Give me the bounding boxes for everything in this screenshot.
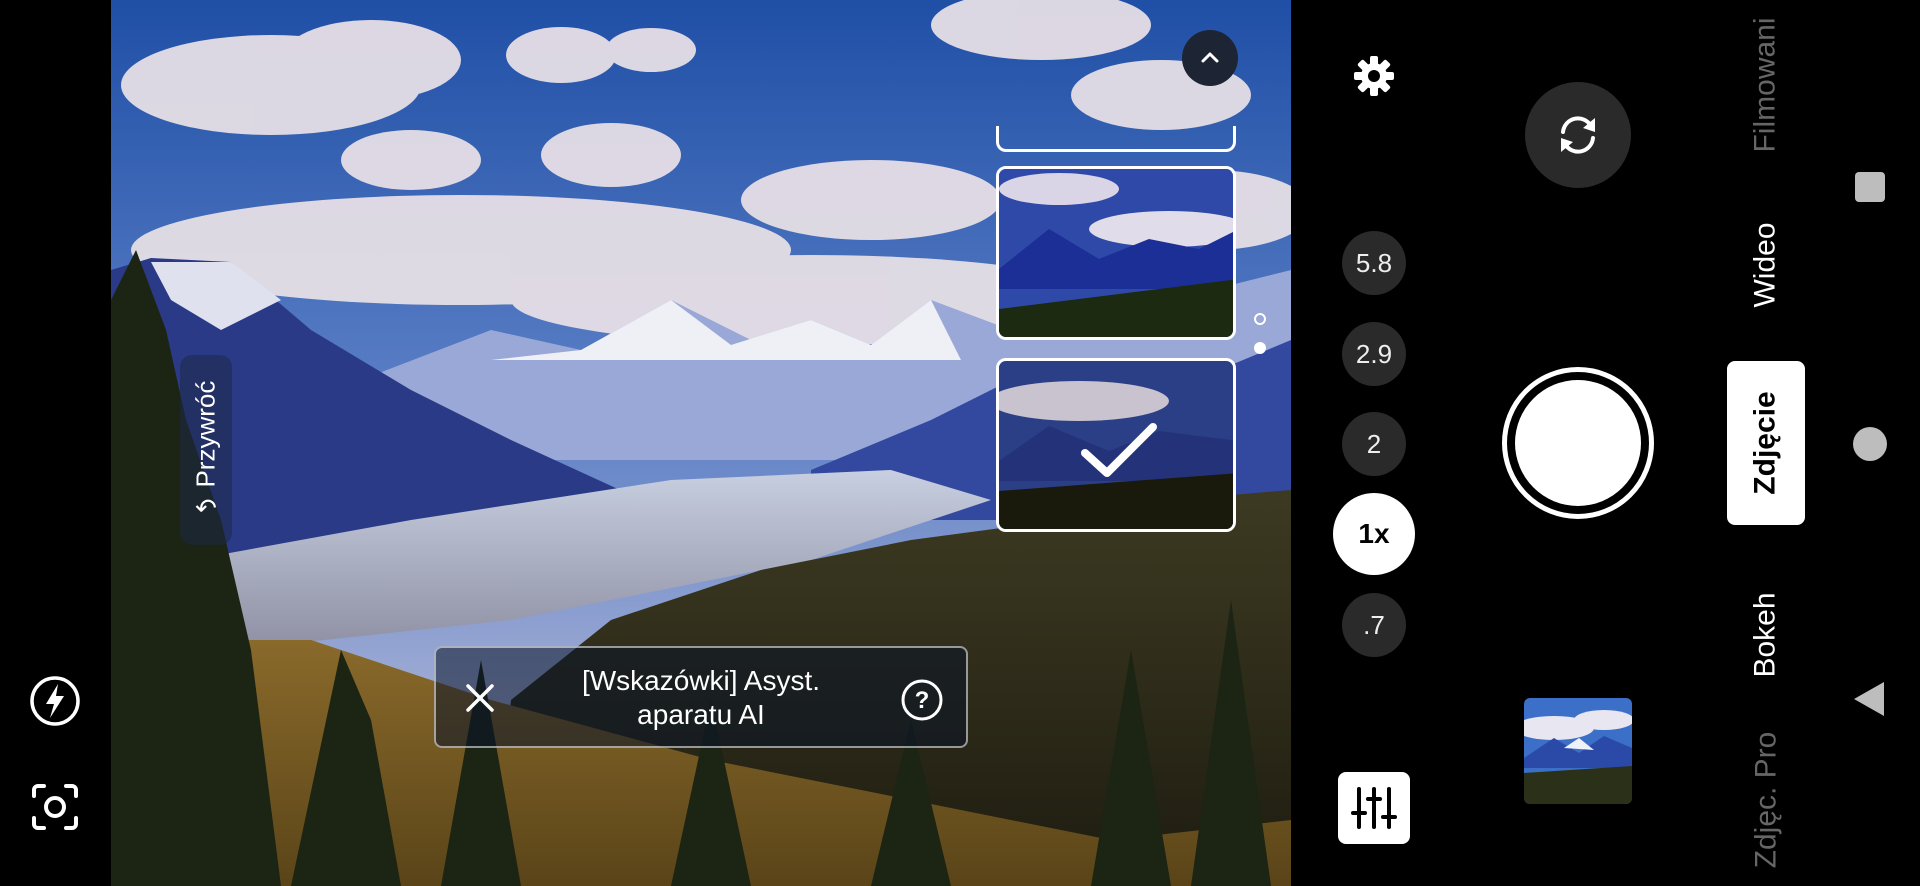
suggestion-preview (999, 169, 1233, 337)
recents-square-icon[interactable] (1855, 172, 1885, 202)
zoom-option[interactable]: .7 (1342, 593, 1406, 657)
ai-scene-button[interactable] (28, 780, 82, 834)
shutter-inner (1515, 380, 1641, 506)
close-hint-button[interactable] (464, 682, 496, 719)
mode-filmowanie[interactable]: Filmowani (1727, 10, 1805, 160)
suggestion-thumbnail-selected[interactable] (996, 358, 1236, 532)
checkmark-icon (1081, 423, 1157, 477)
mode-label: Filmowani (1749, 17, 1782, 153)
zoom-label: 5.8 (1355, 247, 1393, 278)
page-dot (1254, 313, 1266, 325)
hint-line-2: aparatu AI (637, 699, 765, 730)
mode-label: Wideo (1749, 222, 1783, 308)
svg-text:?: ? (915, 687, 930, 714)
mode-wideo[interactable]: Wideo (1727, 200, 1805, 330)
ai-assistant-hint: [Wskazówki] Asyst. aparatu AI ? (434, 646, 968, 748)
mode-label: Bokeh (1749, 592, 1783, 678)
sliders-icon (1351, 787, 1397, 829)
page-dot-active (1254, 342, 1266, 354)
switch-camera-button[interactable] (1525, 82, 1631, 188)
flash-button[interactable] (28, 674, 82, 728)
close-icon (466, 684, 494, 712)
zoom-label: 2 (1366, 428, 1382, 459)
undo-icon: ↶ (195, 492, 217, 523)
settings-button[interactable] (1352, 54, 1396, 103)
help-circle-icon: ? (901, 679, 943, 721)
zoom-label: 2.9 (1355, 338, 1393, 369)
mode-pro[interactable]: Zdjęc. Pro (1727, 720, 1805, 880)
suggestion-thumbnail[interactable] (996, 166, 1236, 340)
gear-icon (1354, 56, 1394, 96)
shutter-button[interactable] (1502, 367, 1654, 519)
zoom-option[interactable]: 2.9 (1342, 322, 1406, 386)
mode-label: Zdjęc. Pro (1749, 731, 1782, 869)
mode-label: Zdjęcie (1749, 391, 1782, 495)
ai-scene-icon (32, 784, 78, 830)
collapse-suggestions-button[interactable] (1182, 30, 1238, 86)
hint-line-1: [Wskazówki] Asyst. (581, 665, 821, 696)
back-triangle-icon[interactable] (1852, 680, 1886, 723)
flash-auto-icon (30, 676, 80, 726)
zoom-label: .7 (1363, 609, 1385, 640)
undo-button[interactable]: ↶ Przywróć (180, 355, 232, 545)
zoom-option[interactable]: 5.8 (1342, 231, 1406, 295)
hint-text: [Wskazówki] Asyst. aparatu AI (516, 664, 886, 732)
help-button[interactable]: ? (900, 678, 944, 727)
undo-label: Przywróć (190, 380, 221, 488)
last-photo-preview (1524, 698, 1632, 804)
suggestion-thumbnail-partial[interactable] (996, 126, 1236, 152)
home-circle-icon[interactable] (1853, 427, 1887, 461)
filters-button[interactable] (1338, 772, 1410, 844)
zoom-label: 1x (1358, 518, 1390, 549)
mode-bokeh[interactable]: Bokeh (1727, 570, 1805, 700)
mode-zdjecie[interactable]: Zdjęcie (1727, 361, 1805, 525)
zoom-option[interactable]: 2 (1342, 412, 1406, 476)
gallery-thumbnail[interactable] (1524, 698, 1632, 804)
zoom-option-active[interactable]: 1x (1333, 493, 1415, 575)
switch-camera-icon (1561, 116, 1595, 154)
chevron-up-icon (1201, 52, 1219, 63)
